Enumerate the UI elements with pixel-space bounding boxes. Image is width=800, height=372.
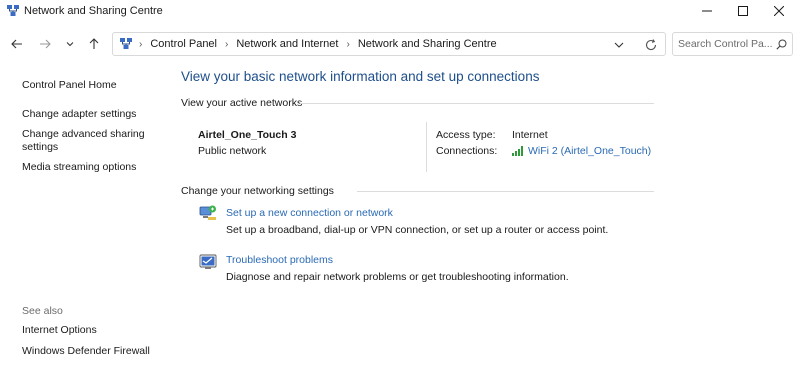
network-sharing-icon (7, 5, 19, 16)
connections-label: Connections: (436, 145, 498, 157)
chevron-right-icon: › (139, 38, 143, 50)
connection-link[interactable]: WiFi 2 (Airtel_One_Touch) (512, 145, 651, 157)
chevron-right-icon: › (346, 38, 350, 50)
vertical-divider (426, 122, 427, 172)
network-name: Airtel_One_Touch 3 (198, 129, 297, 141)
set-up-new-connection-description: Set up a broadband, dial-up or VPN conne… (226, 224, 609, 236)
control-panel-home-link[interactable]: Control Panel Home (22, 79, 117, 92)
chevron-right-icon: › (225, 38, 229, 50)
arrow-right-icon (40, 39, 51, 49)
address-dropdown-icon[interactable] (613, 39, 625, 51)
refresh-icon[interactable] (644, 38, 658, 52)
change-advanced-sharing-settings-link[interactable]: Change advanced sharing settings (22, 128, 145, 154)
minimize-button[interactable] (689, 0, 725, 22)
network-type-link[interactable]: Public network (198, 145, 266, 157)
search-icon[interactable] (776, 39, 787, 50)
access-type-value: Internet (512, 129, 548, 141)
troubleshoot-icon (199, 254, 217, 269)
search-box[interactable] (672, 32, 793, 56)
troubleshoot-problems-link[interactable]: Troubleshoot problems (226, 254, 333, 266)
troubleshoot-problems-description: Diagnose and repair network problems or … (226, 271, 569, 283)
set-up-new-connection-link[interactable]: Set up a new connection or network (226, 207, 393, 219)
recent-locations-button[interactable] (61, 35, 79, 53)
see-also-heading: See also (22, 305, 63, 317)
search-input[interactable] (678, 36, 774, 52)
forward-button[interactable] (36, 35, 54, 53)
back-button[interactable] (8, 35, 26, 53)
arrow-left-icon (11, 39, 22, 49)
address-bar[interactable]: › Control Panel › Network and Internet ›… (112, 32, 666, 56)
access-type-label: Access type: (436, 129, 496, 141)
close-button[interactable] (761, 0, 797, 22)
arrow-up-icon (89, 38, 99, 49)
change-adapter-settings-link[interactable]: Change adapter settings (22, 108, 136, 121)
maximize-button[interactable] (725, 0, 761, 22)
wifi-signal-icon (512, 146, 523, 156)
media-streaming-options-link[interactable]: Media streaming options (22, 161, 136, 174)
active-networks-heading: View your active networks (181, 97, 303, 109)
internet-options-link[interactable]: Internet Options (22, 324, 97, 337)
breadcrumb-network-and-sharing-centre[interactable]: Network and Sharing Centre (358, 38, 497, 50)
page-title: View your basic network information and … (181, 69, 540, 84)
control-panel-icon (120, 38, 132, 49)
chevron-down-icon (66, 42, 74, 47)
connection-link-label: WiFi 2 (Airtel_One_Touch) (528, 145, 652, 157)
breadcrumb-network-and-internet[interactable]: Network and Internet (236, 38, 338, 50)
breadcrumb-control-panel[interactable]: Control Panel (150, 38, 217, 50)
close-icon (774, 6, 784, 16)
maximize-icon (738, 6, 748, 16)
breadcrumb: › Control Panel › Network and Internet ›… (139, 38, 497, 50)
section-divider (300, 103, 654, 104)
windows-defender-firewall-link[interactable]: Windows Defender Firewall (22, 345, 150, 358)
window-title: Network and Sharing Centre (24, 5, 163, 17)
new-connection-icon (199, 205, 216, 220)
section-divider (357, 191, 654, 192)
up-button[interactable] (85, 35, 103, 53)
title-bar: Network and Sharing Centre (0, 0, 800, 22)
minimize-icon (702, 10, 712, 12)
change-settings-heading: Change your networking settings (181, 185, 334, 197)
